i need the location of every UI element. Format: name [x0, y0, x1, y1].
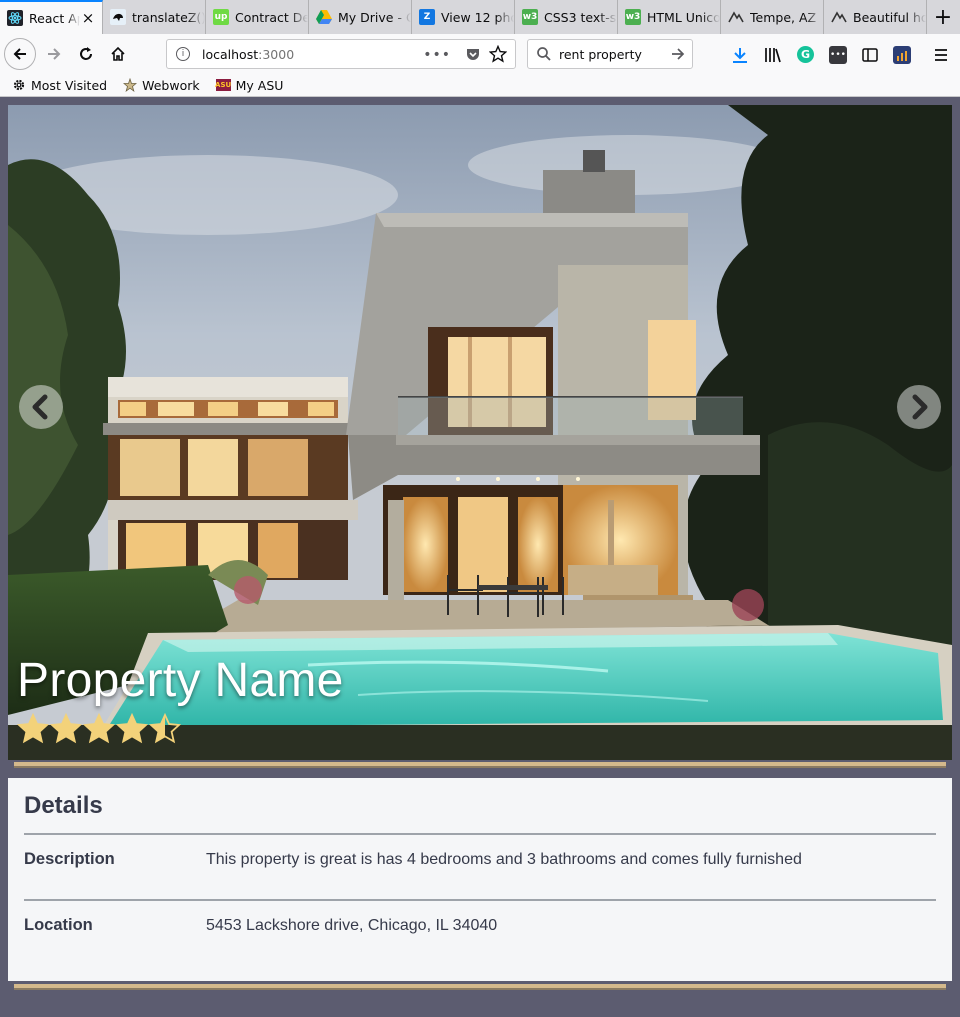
- go-arrow-icon[interactable]: [670, 46, 686, 62]
- accent-bar-shadow: [14, 766, 946, 768]
- forward-button[interactable]: [38, 38, 70, 70]
- tab-react-app[interactable]: React App ×: [0, 0, 103, 34]
- tab-my-drive[interactable]: My Drive - Google Drive: [309, 0, 412, 34]
- chevron-right-icon: [912, 394, 928, 420]
- upwork-icon: up: [213, 9, 229, 25]
- property-name: Property Name: [17, 654, 344, 707]
- tab-contract-details[interactable]: up Contract Details: [206, 0, 309, 34]
- bookmark-label: Webwork: [142, 77, 200, 93]
- property-image-carousel: Property Name: [8, 105, 952, 760]
- tab-label: View 12 photos: [441, 9, 514, 25]
- tab-label: translateZ(): [132, 9, 205, 25]
- tab-label: HTML Unicode: [647, 9, 720, 25]
- analytics-icon[interactable]: [893, 46, 911, 64]
- w3schools-icon: w3: [522, 9, 538, 25]
- bookmark-most-visited[interactable]: Most Visited: [12, 78, 107, 93]
- details-title: Details: [24, 792, 103, 819]
- navigation-bar: i localhost:3000 ••• rent property G •••: [0, 34, 960, 74]
- accent-bar-shadow: [14, 988, 946, 990]
- realty-icon: [831, 9, 847, 25]
- bookmark-star-icon[interactable]: [488, 44, 508, 66]
- star-icon: [50, 713, 82, 744]
- location-value: 5453 Lackshore drive, Chicago, IL 34040: [206, 917, 498, 934]
- realty-icon: [728, 9, 744, 25]
- details-card: Details Description This property is gre…: [8, 778, 952, 981]
- tab-html-unicode[interactable]: w3 HTML Unicode: [618, 0, 721, 34]
- tab-label: React App: [29, 10, 80, 26]
- tab-label: Contract Details: [235, 9, 308, 25]
- zillow-icon: Z: [419, 9, 435, 25]
- mdn-icon: [110, 9, 126, 25]
- tab-label: Tempe, AZ: [750, 9, 817, 25]
- home-icon: [111, 46, 125, 61]
- search-bar[interactable]: rent property: [527, 39, 693, 69]
- star-rating: [17, 713, 182, 745]
- url-bar[interactable]: i localhost:3000 •••: [166, 39, 516, 69]
- info-icon[interactable]: i: [176, 47, 190, 61]
- location-label: Location: [24, 916, 93, 934]
- reload-button[interactable]: [70, 38, 102, 70]
- bookmark-label: My ASU: [235, 77, 284, 93]
- tab-tempe-az[interactable]: Tempe, AZ: [721, 0, 824, 34]
- new-tab-button[interactable]: +: [927, 0, 959, 34]
- divider: [24, 833, 936, 835]
- star-icon: [149, 713, 181, 744]
- star-icon: [83, 713, 115, 744]
- sidebar-toggle-icon[interactable]: [861, 46, 879, 68]
- tab-label: Beautiful houses: [853, 9, 926, 25]
- menu-icon[interactable]: [932, 46, 950, 68]
- close-tab-icon[interactable]: ×: [80, 10, 96, 26]
- tab-label: CSS3 text-shadow: [544, 9, 617, 25]
- w3schools-icon: w3: [625, 9, 641, 25]
- search-icon: [537, 47, 551, 61]
- star-icon: [116, 713, 148, 744]
- back-button[interactable]: [4, 38, 36, 70]
- bookmark-my-asu[interactable]: ASU My ASU: [215, 77, 284, 93]
- pocket-icon[interactable]: [465, 46, 481, 65]
- download-icon[interactable]: [731, 46, 749, 68]
- forward-arrow-icon: [48, 48, 61, 60]
- gear-icon: [13, 79, 25, 91]
- extension-icon[interactable]: •••: [829, 46, 847, 64]
- tab-translatez[interactable]: translateZ(): [103, 0, 206, 34]
- grammarly-icon[interactable]: G: [797, 46, 814, 63]
- library-icon[interactable]: [764, 46, 782, 68]
- tab-css3-text-shadow[interactable]: w3 CSS3 text-shadow: [515, 0, 618, 34]
- description-label: Description: [24, 850, 115, 868]
- description-value: This property is great is has 4 bedrooms…: [206, 851, 802, 868]
- url-port: :3000: [258, 46, 295, 62]
- reload-icon: [80, 47, 92, 60]
- asu-icon: ASU: [215, 79, 232, 91]
- chevron-left-icon: [32, 394, 48, 420]
- divider: [24, 899, 936, 901]
- tab-strip: React App × translateZ() up Contract Det…: [0, 0, 960, 34]
- tab-view-photos[interactable]: Z View 12 photos: [412, 0, 515, 34]
- star-icon: [17, 713, 49, 744]
- bookmark-webwork[interactable]: Webwork: [123, 78, 200, 93]
- carousel-prev-button[interactable]: [19, 385, 63, 429]
- bookmarks-toolbar: Most Visited Webwork ASU My ASU: [0, 74, 960, 97]
- carousel-next-button[interactable]: [897, 385, 941, 429]
- back-arrow-icon: [13, 48, 26, 60]
- react-icon: [7, 10, 23, 26]
- tab-beautiful-houses[interactable]: Beautiful houses: [824, 0, 927, 34]
- tab-label: My Drive - Google Drive: [338, 9, 411, 25]
- url-host: localhost: [202, 46, 259, 62]
- webwork-icon: [123, 78, 138, 92]
- page-actions-icon[interactable]: •••: [423, 47, 451, 63]
- home-button[interactable]: [102, 38, 134, 70]
- drive-icon: [316, 9, 332, 25]
- search-input[interactable]: rent property: [559, 47, 642, 62]
- url-text: localhost:3000: [202, 47, 294, 62]
- bookmark-label: Most Visited: [31, 77, 108, 93]
